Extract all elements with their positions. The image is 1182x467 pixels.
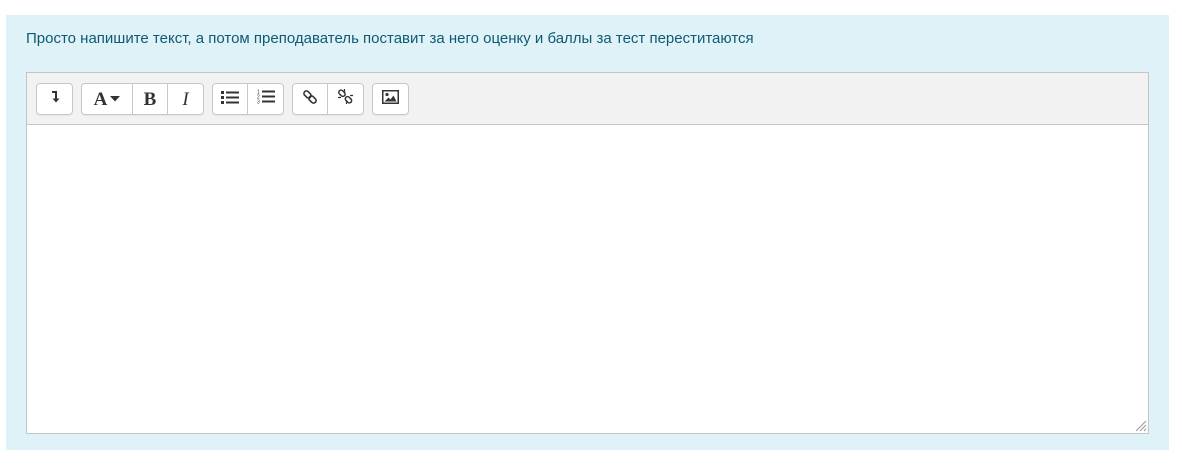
italic-button[interactable]: I [168, 84, 203, 114]
question-prompt: Просто напишите текст, а потом преподава… [26, 30, 754, 47]
editor-text-area[interactable] [27, 125, 1148, 433]
unlink-button[interactable] [328, 84, 363, 114]
resize-handle-icon[interactable] [1133, 418, 1147, 432]
italic-icon: I [182, 88, 189, 110]
unordered-list-button[interactable] [213, 84, 248, 114]
page: Просто напишите текст, а потом преподава… [0, 0, 1182, 467]
question-panel: Просто напишите текст, а потом преподава… [6, 15, 1169, 450]
expand-toolbar-button[interactable] [37, 84, 72, 114]
toolbar-group-links [292, 83, 364, 115]
ordered-list-icon: 1 2 3 [257, 89, 275, 109]
insert-image-button[interactable] [373, 84, 408, 114]
unlink-icon [337, 88, 354, 110]
ordered-list-button[interactable]: 1 2 3 [248, 84, 283, 114]
toolbar-group-media [372, 83, 409, 115]
font-style-dropdown-icon: A [94, 90, 121, 109]
rich-text-editor: A B I 1 2 3 [26, 72, 1149, 434]
bold-button[interactable]: B [133, 84, 168, 114]
unordered-list-icon [221, 90, 239, 109]
link-button[interactable] [293, 84, 328, 114]
editor-toolbar: A B I 1 2 3 [27, 73, 1148, 125]
toolbar-group-expand [36, 83, 73, 115]
bold-icon: B [143, 88, 157, 110]
image-icon [382, 89, 399, 109]
toolbar-group-lists: 1 2 3 [212, 83, 284, 115]
expand-toolbar-icon [49, 90, 61, 109]
toolbar-group-text-style: A B I [81, 83, 204, 115]
svg-text:3: 3 [257, 100, 260, 105]
font-style-dropdown-button[interactable]: A [82, 84, 133, 114]
link-icon [302, 89, 318, 110]
